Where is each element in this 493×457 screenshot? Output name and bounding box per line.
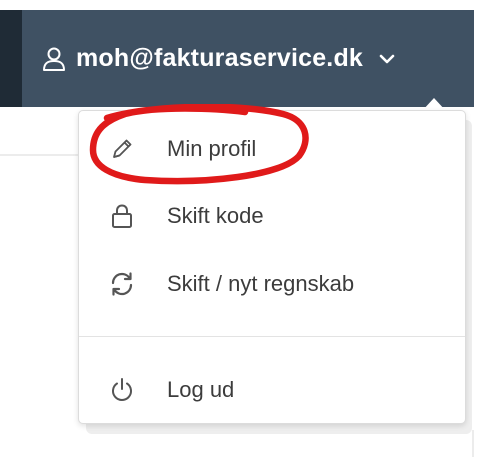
menu-item-label: Log ud [167,377,235,402]
menu-divider [79,336,465,337]
top-bar-left-segment [0,10,22,107]
pencil-icon [107,134,137,164]
menu-item-label: Skift / nyt regnskab [167,271,355,296]
menu-item-label: Min profil [167,136,257,161]
chevron-down-icon [379,53,395,65]
menu-item-switch-account[interactable]: Skift / nyt regnskab [79,256,465,312]
menu-item-log-out[interactable]: Log ud [79,362,465,418]
menu-item-label: Skift kode [167,203,264,228]
user-menu-toggle[interactable]: moh@fakturaservice.dk [22,10,474,107]
menu-item-my-profile[interactable]: Min profil [79,121,465,177]
power-icon [107,375,137,405]
menu-item-change-password[interactable]: Skift kode [79,188,465,244]
page-edge-line [472,430,474,457]
lock-icon [107,201,137,231]
refresh-icon [107,269,137,299]
page-divider-line [0,154,78,156]
user-dropdown-menu: Min profil Skift kode Skift / nyt regnsk… [78,110,466,424]
user-email: moh@fakturaservice.dk [76,44,364,72]
user-icon [42,46,66,72]
top-bar: moh@fakturaservice.dk [0,0,493,107]
